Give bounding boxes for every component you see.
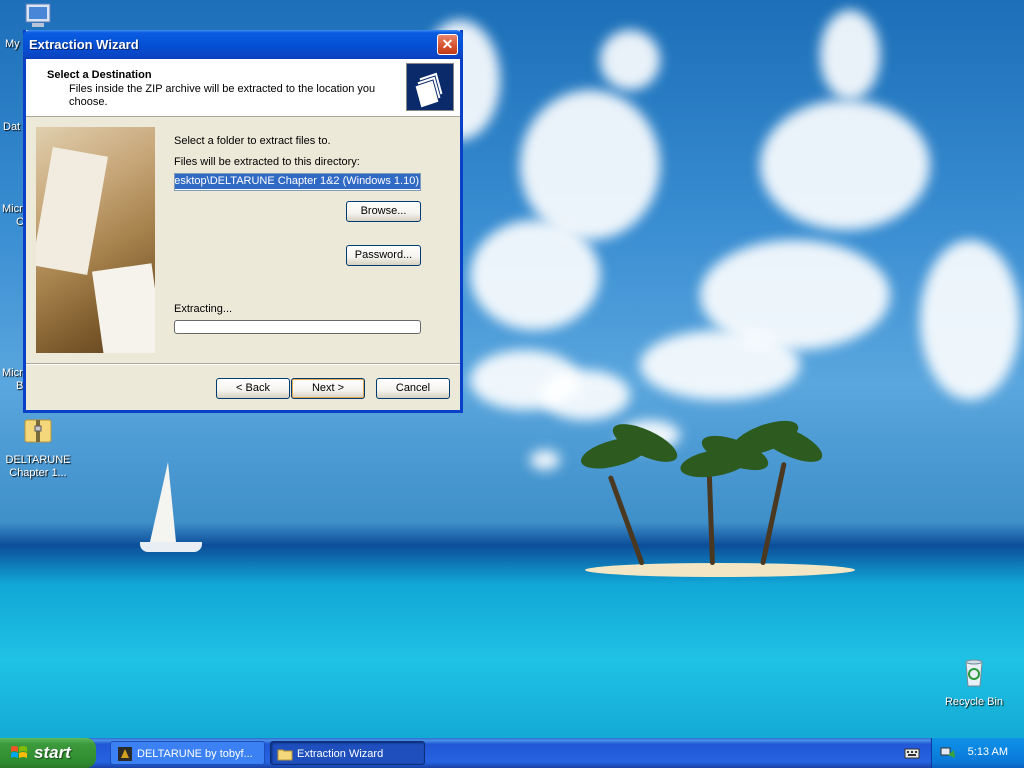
close-button[interactable]: ✕ — [437, 34, 458, 55]
system-clock[interactable]: 5:13 AM — [968, 746, 1008, 758]
system-tray: 5:13 AM — [931, 738, 1024, 768]
desktop-icon-label: Recycle Bin — [944, 696, 1004, 708]
desktop-label-clipped: Micr — [2, 367, 23, 379]
island — [585, 563, 855, 577]
desktop-icon-label: DELTARUNE Chapter 1... — [5, 454, 71, 479]
taskbar-item-extraction-wizard[interactable]: Extraction Wizard — [270, 741, 425, 765]
start-button[interactable]: start — [0, 738, 96, 768]
taskbar-item-label: Extraction Wizard — [297, 748, 384, 760]
header-title: Select a Destination — [47, 69, 152, 81]
extraction-progress-bar — [174, 320, 421, 334]
directory-label: Files will be extracted to this director… — [174, 156, 360, 168]
desktop-label-clipped: Dat — [3, 121, 21, 133]
windows-logo-icon — [11, 746, 27, 758]
header-subtitle: Files inside the ZIP archive will be ext… — [69, 83, 376, 108]
desktop-label-clipped: My — [5, 38, 20, 50]
network-icon[interactable] — [940, 746, 956, 760]
recycle-bin-icon — [965, 659, 983, 687]
wizard-header: Select a Destination Files inside the ZI… — [26, 59, 460, 117]
next-button[interactable]: Next > — [291, 378, 365, 399]
extraction-wizard-window: Extraction Wizard ✕ Select a Destination… — [23, 30, 463, 413]
wizard-folders-icon — [406, 63, 454, 111]
taskbar-item-label: DELTARUNE by tobyf... — [137, 748, 253, 760]
zip-folder-icon — [24, 419, 52, 443]
cancel-button[interactable]: Cancel — [376, 378, 450, 399]
wizard-side-image — [36, 127, 155, 353]
destination-path-value: esktop\DELTARUNE Chapter 1&2 (Windows 1.… — [175, 174, 420, 189]
taskbar-item-deltarune[interactable]: DELTARUNE by tobyf... — [110, 741, 265, 765]
sailboat-sail — [150, 462, 176, 542]
sailboat-hull — [140, 542, 202, 552]
instruction-text: Select a folder to extract files to. — [174, 135, 331, 147]
start-label: start — [34, 743, 71, 762]
desktop-icon-deltarune-zip[interactable]: DELTARUNE Chapter 1... — [0, 414, 76, 480]
destination-path-input[interactable]: esktop\DELTARUNE Chapter 1&2 (Windows 1.… — [174, 173, 421, 191]
taskbar: start DELTARUNE by tobyf... Extraction W… — [0, 738, 1024, 768]
window-title: Extraction Wizard — [29, 37, 139, 52]
browse-button[interactable]: Browse... — [346, 201, 421, 222]
keyboard-icon[interactable] — [904, 746, 920, 760]
close-icon: ✕ — [441, 36, 454, 52]
status-label: Extracting... — [174, 303, 233, 315]
title-bar[interactable]: Extraction Wizard ✕ — [23, 30, 463, 59]
desktop-icon-recycle-bin[interactable]: Recycle Bin — [936, 656, 1012, 709]
desktop-label-clipped: Micr — [2, 203, 23, 215]
folder-icon — [277, 749, 293, 761]
my-computer-icon — [25, 3, 51, 27]
deltarune-icon — [118, 747, 132, 761]
separator — [26, 363, 460, 365]
desktop-icon-my-computer[interactable] — [22, 2, 56, 30]
back-button[interactable]: < Back — [216, 378, 290, 399]
password-button[interactable]: Password... — [346, 245, 421, 266]
